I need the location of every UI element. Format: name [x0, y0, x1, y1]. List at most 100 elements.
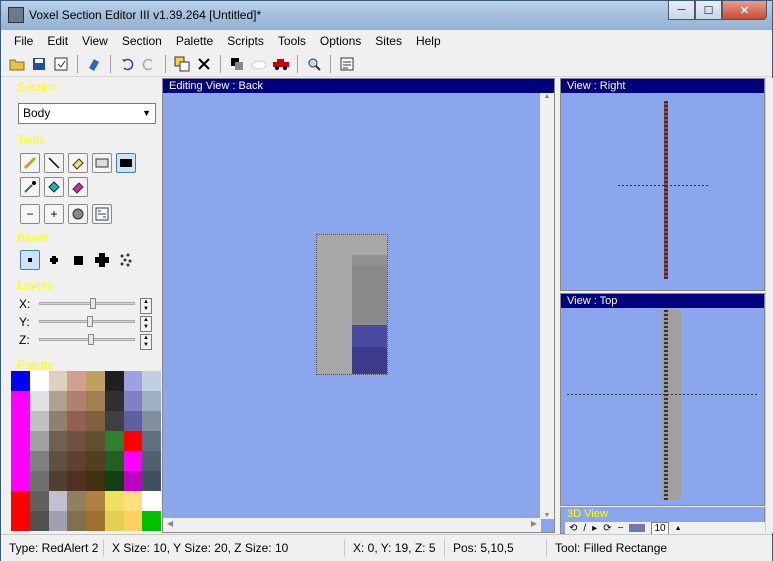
palette-swatch[interactable] — [142, 431, 161, 451]
palette-swatch[interactable] — [67, 431, 86, 451]
palette-swatch[interactable] — [104, 431, 124, 451]
3d-view[interactable]: 3D View ⟲ / ▸ ⟳ − 10 ▲ — [560, 507, 765, 535]
car-icon[interactable] — [271, 54, 291, 74]
menu-options[interactable]: Options — [313, 34, 368, 48]
palette-swatch[interactable] — [29, 431, 49, 451]
palette-swatch[interactable] — [142, 371, 161, 391]
palette-swatch[interactable] — [48, 391, 68, 411]
slider-thumb[interactable] — [87, 316, 93, 327]
palette-swatch[interactable] — [86, 371, 105, 391]
zoom-in-button[interactable]: + — [44, 204, 64, 224]
palette-swatch[interactable] — [142, 471, 161, 491]
palette-swatch[interactable] — [11, 471, 30, 491]
brush-spray-button[interactable] — [116, 250, 136, 270]
palette-swatch[interactable] — [48, 491, 68, 511]
palette-swatch[interactable] — [67, 491, 86, 511]
menu-sites[interactable]: Sites — [368, 34, 409, 48]
palette-swatch[interactable] — [123, 451, 143, 471]
menu-scripts[interactable]: Scripts — [220, 34, 271, 48]
palette-swatch[interactable] — [67, 371, 86, 391]
palette-swatch[interactable] — [86, 511, 105, 531]
palette-swatch[interactable] — [48, 451, 68, 471]
filled-rectangle-tool-button[interactable] — [116, 153, 136, 173]
palette-swatch[interactable] — [48, 471, 68, 491]
brush-1-button[interactable] — [20, 250, 40, 270]
minus-icon[interactable]: − — [618, 523, 624, 534]
palette-swatch[interactable] — [29, 391, 49, 411]
slider-thumb[interactable] — [88, 334, 94, 345]
palette-swatch[interactable] — [123, 411, 143, 431]
section-select[interactable]: Body ▼ — [18, 103, 156, 124]
palette-swatch[interactable] — [123, 391, 143, 411]
minimize-button[interactable]: ─ — [668, 1, 695, 20]
palette-swatch[interactable] — [142, 451, 161, 471]
menu-section[interactable]: Section — [115, 34, 169, 48]
palette-swatch[interactable] — [29, 451, 49, 471]
brush-2-button[interactable] — [44, 250, 64, 270]
right-panel-scrollbar[interactable] — [765, 78, 773, 533]
menu-edit[interactable]: Edit — [40, 34, 75, 48]
editing-scrollbar-horizontal[interactable]: ◀ ▶ — [163, 518, 541, 532]
mirror-tool-button[interactable] — [68, 204, 88, 224]
palette-swatch[interactable] — [123, 431, 143, 451]
palette-swatch[interactable] — [29, 411, 49, 431]
right-view[interactable]: View : Right — [560, 78, 765, 291]
scroll-up-icon[interactable]: ▲ — [540, 93, 554, 100]
menu-tools[interactable]: Tools — [271, 34, 313, 48]
palette-swatch[interactable] — [142, 411, 161, 431]
palette-swatch[interactable] — [142, 391, 161, 411]
brush-3-button[interactable] — [68, 250, 88, 270]
zoom-spinner[interactable]: ▲ — [675, 525, 682, 532]
palette-swatch[interactable] — [104, 511, 124, 531]
darken-tool-button[interactable] — [68, 177, 88, 197]
copy-icon[interactable] — [172, 54, 192, 74]
editing-view[interactable]: Editing View : Back ▲ ▼ ◀ ▶ — [162, 78, 555, 533]
menu-view[interactable]: View — [75, 34, 115, 48]
editing-scrollbar-vertical[interactable]: ▲ ▼ — [540, 93, 554, 519]
save-as-icon[interactable] — [51, 54, 71, 74]
layers-icon[interactable] — [227, 54, 247, 74]
palette-swatch[interactable] — [86, 491, 105, 511]
brush-4-button[interactable] — [92, 250, 112, 270]
layer-z-slider[interactable] — [39, 334, 135, 345]
background-icon[interactable] — [629, 524, 646, 532]
menu-help[interactable]: Help — [409, 34, 448, 48]
palette-swatch[interactable] — [48, 371, 68, 391]
palette-swatch[interactable] — [142, 511, 161, 531]
palette-swatch[interactable] — [86, 471, 105, 491]
palette-swatch[interactable] — [48, 511, 68, 531]
voxel-icon[interactable] — [84, 54, 104, 74]
line-tool-button[interactable] — [44, 153, 64, 173]
palette-swatch[interactable] — [104, 471, 124, 491]
pointer-icon[interactable]: ▸ — [592, 523, 597, 534]
cloud-icon[interactable] — [249, 54, 269, 74]
resize-tool-button[interactable] — [92, 204, 112, 224]
layer-x-slider[interactable] — [39, 298, 135, 309]
palette-swatch[interactable] — [123, 511, 143, 531]
palette-swatch[interactable] — [29, 371, 49, 391]
palette-swatch[interactable] — [142, 491, 161, 511]
palette-swatch[interactable] — [86, 411, 105, 431]
palette-swatch[interactable] — [123, 471, 143, 491]
palette-swatch[interactable] — [86, 391, 105, 411]
palette-swatch[interactable] — [104, 451, 124, 471]
save-icon[interactable] — [29, 54, 49, 74]
palette-swatch[interactable] — [123, 491, 143, 511]
redo-icon[interactable] — [139, 54, 159, 74]
palette-swatch[interactable] — [11, 411, 30, 431]
palette-swatch[interactable] — [67, 471, 86, 491]
delete-icon[interactable] — [194, 54, 214, 74]
palette-swatch[interactable] — [11, 511, 30, 531]
zoom-icon[interactable] — [304, 54, 324, 74]
open-icon[interactable] — [7, 54, 27, 74]
rotate-icon[interactable]: ⟲ — [569, 523, 577, 534]
zoom-out-button[interactable]: − — [20, 204, 40, 224]
layer-x-spinner[interactable]: ▲ ▼ — [140, 298, 152, 314]
palette-swatch[interactable] — [11, 431, 30, 451]
eraser-tool-button[interactable] — [68, 153, 88, 173]
palette-swatch[interactable] — [11, 391, 30, 411]
refresh-icon[interactable]: ⟳ — [603, 523, 611, 534]
properties-icon[interactable] — [337, 54, 357, 74]
palette-swatch[interactable] — [67, 411, 86, 431]
palette-swatch[interactable] — [29, 471, 49, 491]
